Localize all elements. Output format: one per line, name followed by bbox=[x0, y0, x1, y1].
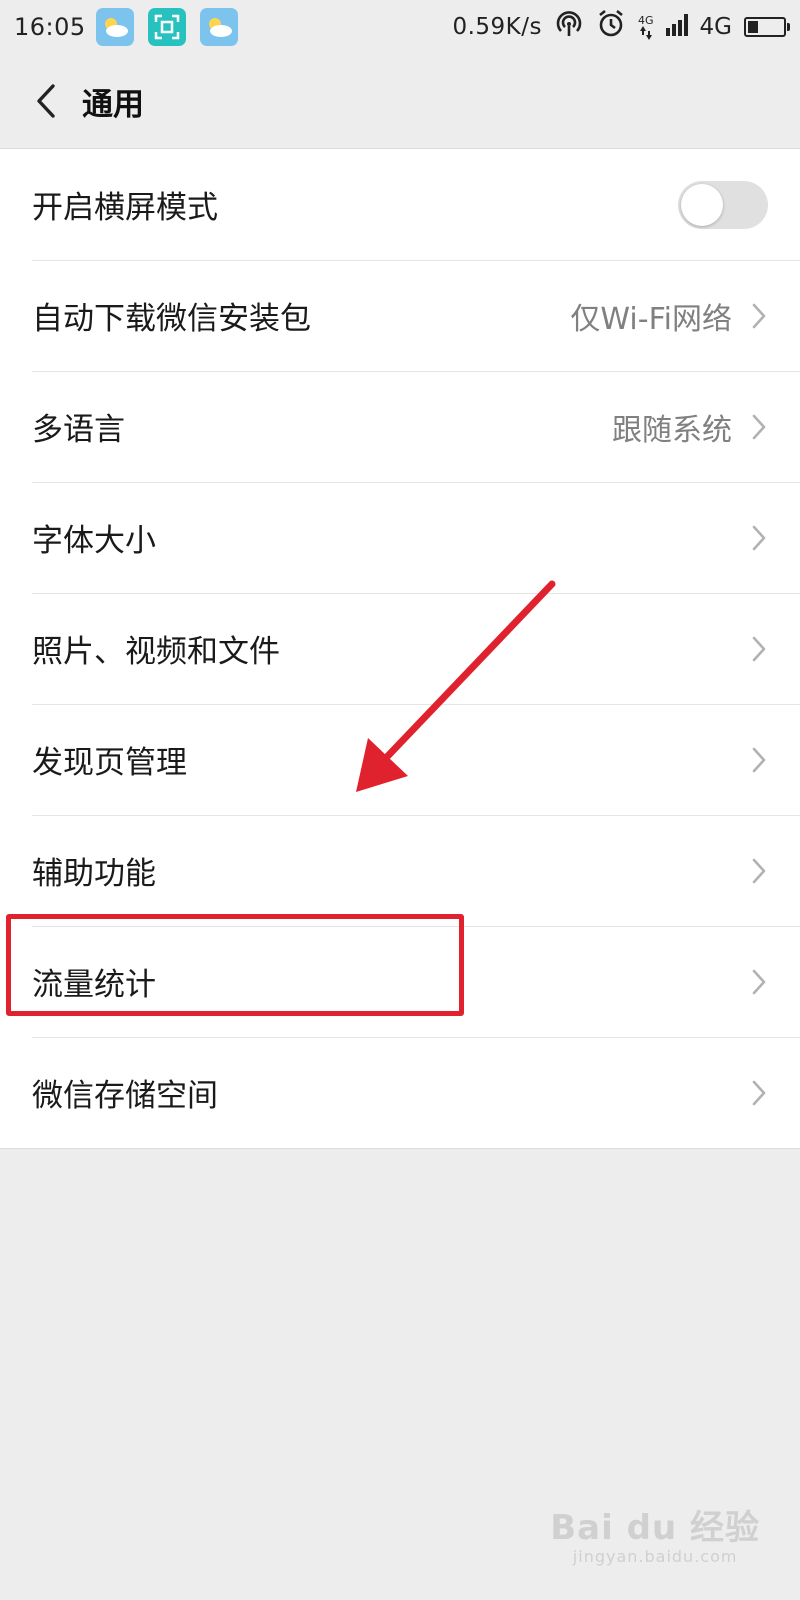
network-type-small: 4G bbox=[638, 13, 654, 27]
setting-value: 跟随系统 bbox=[612, 412, 732, 448]
setting-label: 开启横屏模式 bbox=[32, 190, 218, 226]
network-type: 4G bbox=[699, 14, 732, 40]
setting-discover[interactable]: 发现页管理 bbox=[0, 704, 800, 815]
chevron-right-icon bbox=[750, 1078, 768, 1108]
scan-icon bbox=[147, 8, 186, 46]
status-time: 16:05 bbox=[14, 13, 86, 41]
hotspot-icon bbox=[554, 9, 584, 45]
watermark: Bai du 经验 jingyan.baidu.com bbox=[550, 1500, 760, 1566]
nav-bar: 通用 bbox=[0, 54, 800, 148]
setting-label: 辅助功能 bbox=[32, 856, 156, 892]
chevron-right-icon bbox=[750, 856, 768, 886]
settings-list: 开启横屏模式 自动下载微信安装包 仅Wi-Fi网络 多语言 跟随系统 字体大小 … bbox=[0, 148, 800, 1149]
watermark-url: jingyan.baidu.com bbox=[572, 1547, 738, 1566]
landscape-toggle[interactable] bbox=[678, 180, 768, 229]
setting-label: 多语言 bbox=[32, 412, 125, 448]
signal-icon bbox=[665, 12, 692, 42]
weather-icon bbox=[95, 8, 134, 46]
setting-font-size[interactable]: 字体大小 bbox=[0, 482, 800, 593]
battery-icon bbox=[744, 17, 790, 37]
page-title: 通用 bbox=[82, 86, 144, 123]
setting-label: 字体大小 bbox=[32, 523, 156, 559]
chevron-right-icon bbox=[750, 967, 768, 997]
setting-label: 微信存储空间 bbox=[32, 1078, 218, 1114]
chevron-right-icon bbox=[750, 523, 768, 553]
chevron-right-icon bbox=[750, 634, 768, 664]
status-right: 0.59K/s 4G 4G bbox=[452, 9, 790, 45]
battery-fill bbox=[748, 21, 759, 33]
setting-storage[interactable]: 微信存储空间 bbox=[0, 1037, 800, 1148]
alarm-icon bbox=[596, 9, 626, 45]
setting-label: 照片、视频和文件 bbox=[32, 634, 280, 670]
chevron-left-icon bbox=[37, 84, 55, 118]
chevron-right-icon bbox=[750, 301, 768, 331]
data-arrows-icon: 4G bbox=[638, 15, 654, 40]
watermark-logo: Bai du 经验 bbox=[550, 1508, 760, 1548]
setting-landscape-mode: 开启横屏模式 bbox=[0, 149, 800, 260]
setting-label: 自动下载微信安装包 bbox=[32, 301, 311, 337]
weather-icon bbox=[199, 8, 238, 46]
back-button[interactable] bbox=[16, 71, 76, 131]
setting-traffic[interactable]: 流量统计 bbox=[0, 926, 800, 1037]
setting-label: 发现页管理 bbox=[32, 745, 187, 781]
setting-media[interactable]: 照片、视频和文件 bbox=[0, 593, 800, 704]
net-speed: 0.59K/s bbox=[452, 14, 542, 40]
setting-auto-download[interactable]: 自动下载微信安装包 仅Wi-Fi网络 bbox=[0, 260, 800, 371]
chevron-right-icon bbox=[750, 745, 768, 775]
setting-label: 流量统计 bbox=[32, 967, 156, 1003]
setting-language[interactable]: 多语言 跟随系统 bbox=[0, 371, 800, 482]
toggle-knob bbox=[681, 183, 723, 226]
setting-accessibility[interactable]: 辅助功能 bbox=[0, 815, 800, 926]
setting-value: 仅Wi-Fi网络 bbox=[570, 301, 732, 337]
chevron-right-icon bbox=[750, 412, 768, 442]
status-bar: 16:05 0.59K/s 4G 4G bbox=[0, 0, 800, 54]
